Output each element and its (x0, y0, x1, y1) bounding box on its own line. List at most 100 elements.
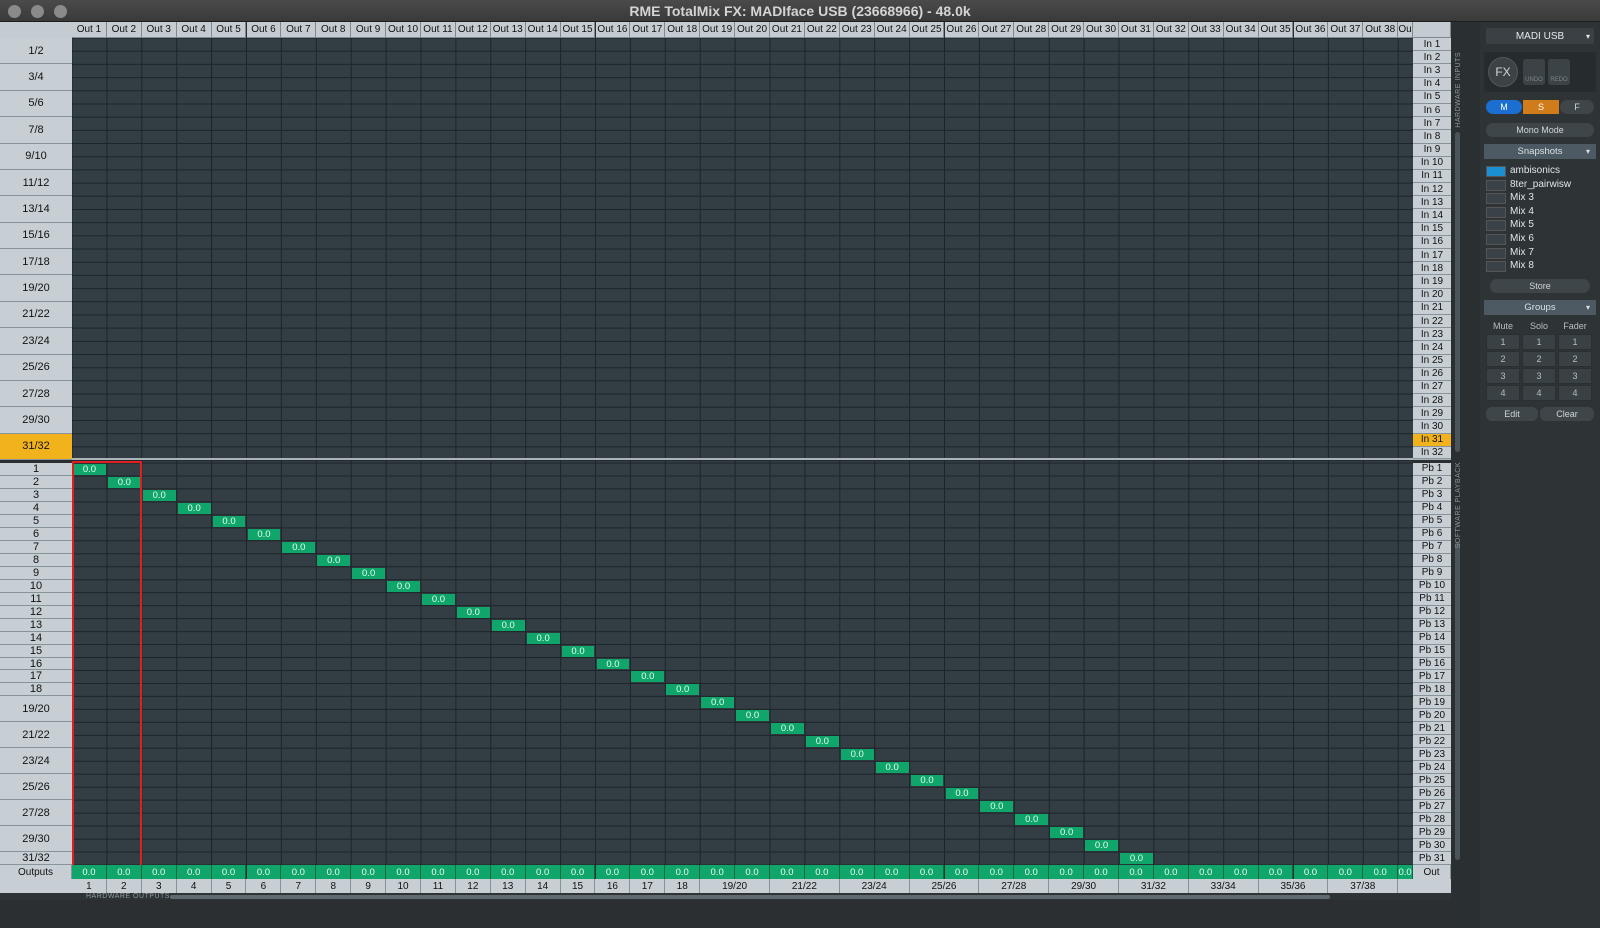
output-channel-label[interactable]: 4 (176, 879, 212, 893)
playback-row-label[interactable]: 8 (0, 554, 72, 567)
column-header-output[interactable]: Out 30 (1084, 22, 1119, 38)
hardware-input-label[interactable]: In 17 (1413, 249, 1451, 263)
output-level-value[interactable]: 0.0 (1258, 865, 1294, 879)
column-header-output[interactable]: Out 10 (386, 22, 421, 38)
playback-label[interactable]: Pb 24 (1413, 761, 1451, 775)
playback-row-label[interactable]: 21/22 (0, 722, 72, 749)
clear-button[interactable]: Clear (1540, 407, 1594, 421)
output-level-value[interactable]: 0.0 (316, 865, 352, 879)
hardware-input-label[interactable]: In 10 (1413, 156, 1451, 170)
output-level-value[interactable]: 0.0 (1223, 865, 1259, 879)
output-level-value[interactable]: 0.0 (874, 865, 910, 879)
output-channel-label[interactable]: 9 (351, 879, 387, 893)
hardware-input-row-label[interactable]: 15/16 (0, 222, 72, 249)
playback-row-label[interactable]: 23/24 (0, 748, 72, 775)
hardware-input-label[interactable]: In 11 (1413, 169, 1451, 184)
snapshot-item[interactable]: Mix 3 (1484, 192, 1596, 205)
column-header-output[interactable]: Out 19 (700, 22, 736, 38)
routing-cell[interactable]: 0.0 (282, 542, 316, 553)
column-header-output[interactable]: Out 17 (630, 22, 666, 38)
column-header-output[interactable]: Out 16 (595, 22, 631, 38)
group-slot-button[interactable]: 4 (1486, 385, 1520, 401)
routing-cell[interactable]: 0.0 (736, 710, 769, 721)
column-header-output[interactable]: Out 25 (909, 22, 945, 38)
playback-label[interactable]: Pb 6 (1413, 527, 1451, 541)
routing-cell[interactable]: 0.0 (561, 646, 595, 657)
playback-label[interactable]: Pb 7 (1413, 540, 1451, 554)
routing-cell[interactable]: 0.0 (631, 671, 665, 682)
hardware-input-label[interactable]: In 16 (1413, 235, 1451, 249)
playback-label[interactable]: Pb 17 (1413, 670, 1451, 684)
playback-label[interactable]: Pb 30 (1413, 839, 1451, 853)
playback-label[interactable]: Pb 3 (1413, 488, 1451, 502)
mono-mode-button[interactable]: Mono Mode (1486, 123, 1594, 137)
hardware-input-row-label[interactable]: 21/22 (0, 301, 72, 329)
hardware-input-row-label[interactable]: 3/4 (0, 64, 72, 91)
output-channel-label[interactable]: 13 (490, 879, 526, 893)
column-header-output[interactable]: Out 11 (421, 22, 456, 38)
group-slot-button[interactable]: 4 (1558, 385, 1592, 401)
playback-row-label[interactable]: 29/30 (0, 826, 72, 853)
routing-cell[interactable]: 0.0 (945, 788, 979, 799)
output-level-value[interactable]: 0.0 (525, 865, 561, 879)
playback-row-label[interactable]: 15 (0, 645, 72, 658)
routing-cell[interactable]: 0.0 (1120, 853, 1153, 864)
output-level-value[interactable]: 0.0 (1328, 865, 1364, 879)
playback-row-label[interactable]: 10 (0, 580, 72, 593)
output-level-value[interactable]: 0.0 (839, 865, 875, 879)
column-header-output[interactable]: Out 22 (804, 22, 840, 38)
playback-row-label[interactable]: 9 (0, 567, 72, 580)
hardware-input-row-label[interactable]: 29/30 (0, 407, 72, 434)
hardware-input-label[interactable]: In 4 (1413, 77, 1451, 91)
hardware-input-row-label[interactable]: 1/2 (0, 38, 72, 65)
output-channel-label[interactable]: 2 (106, 879, 142, 893)
output-channel-label[interactable]: 11 (421, 879, 456, 893)
routing-cell[interactable]: 0.0 (1050, 827, 1084, 838)
playback-scrollbar[interactable] (1455, 542, 1460, 860)
column-header-output[interactable]: Out 4 (176, 22, 212, 38)
hardware-input-label[interactable]: In 19 (1413, 275, 1451, 289)
playback-row-label[interactable]: 13 (0, 619, 72, 632)
output-channel-label[interactable]: 16 (595, 879, 631, 893)
playback-row-label[interactable]: 18 (0, 683, 72, 697)
column-header-output[interactable]: Out 31 (1119, 22, 1154, 38)
output-level-value[interactable]: 0.0 (735, 865, 770, 879)
output-level-value[interactable]: 0.0 (804, 865, 840, 879)
group-slot-button[interactable]: 2 (1522, 351, 1556, 367)
column-header-output[interactable]: Out 28 (1014, 22, 1050, 38)
column-header-output[interactable]: Out 36 (1293, 22, 1329, 38)
hardware-input-label[interactable]: In 28 (1413, 394, 1451, 408)
output-channel-label[interactable]: 19/20 (700, 879, 770, 893)
output-channel-label[interactable]: 10 (386, 879, 421, 893)
routing-cell[interactable]: 0.0 (701, 697, 735, 708)
hardware-input-label[interactable]: In 24 (1413, 341, 1451, 355)
hardware-input-row-label[interactable]: 19/20 (0, 275, 72, 302)
hardware-input-label[interactable]: In 9 (1413, 143, 1451, 157)
hardware-input-row-label[interactable]: 25/26 (0, 354, 72, 381)
routing-cell[interactable]: 0.0 (212, 516, 246, 527)
routing-cell[interactable]: 0.0 (422, 594, 455, 605)
group-slot-button[interactable]: 2 (1486, 351, 1520, 367)
routing-cell[interactable]: 0.0 (456, 607, 490, 618)
playback-label[interactable]: Pb 28 (1413, 813, 1451, 827)
hardware-input-label[interactable]: In 18 (1413, 262, 1451, 276)
column-header-output[interactable]: Out 8 (316, 22, 352, 38)
playback-label[interactable]: Pb 15 (1413, 644, 1451, 658)
output-channel-label[interactable]: 23/24 (839, 879, 910, 893)
playback-label[interactable]: Pb 23 (1413, 748, 1451, 762)
hardware-input-label[interactable]: In 22 (1413, 314, 1451, 329)
routing-cell[interactable]: 0.0 (596, 659, 630, 670)
hardware-input-row-label[interactable]: 11/12 (0, 169, 72, 197)
output-channel-label[interactable]: 5 (211, 879, 247, 893)
playback-label[interactable]: Pb 26 (1413, 787, 1451, 801)
hardware-input-row-label[interactable]: 23/24 (0, 328, 72, 355)
hardware-input-label[interactable]: In 15 (1413, 222, 1451, 236)
output-channel-label[interactable]: 3 (141, 879, 177, 893)
output-channel-label[interactable]: 15 (560, 879, 596, 893)
output-level-value[interactable]: 0.0 (1084, 865, 1119, 879)
output-level-value[interactable]: 0.0 (386, 865, 421, 879)
playback-label[interactable]: Pb 29 (1413, 826, 1451, 840)
hardware-input-label[interactable]: In 27 (1413, 380, 1451, 395)
fader-master-button[interactable]: F (1560, 100, 1594, 114)
hardware-input-row-label[interactable]: 7/8 (0, 117, 72, 144)
